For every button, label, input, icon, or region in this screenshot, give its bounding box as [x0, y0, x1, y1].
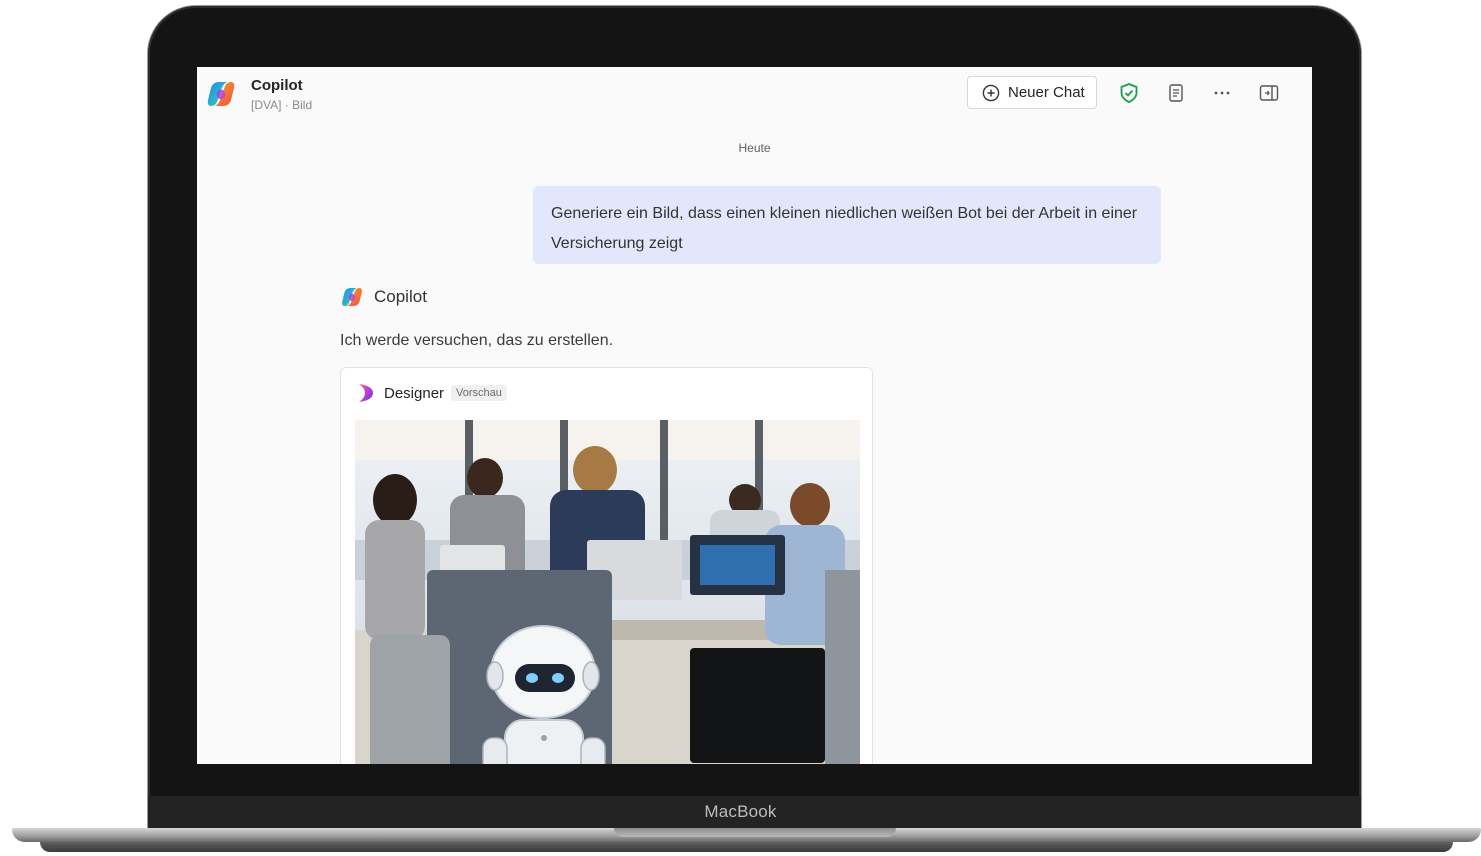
panel-icon[interactable] [1257, 81, 1281, 105]
user-message: Generiere ein Bild, dass einen kleinen n… [533, 186, 1161, 264]
new-chat-button[interactable]: Neuer Chat [967, 76, 1097, 109]
laptop-notch [614, 828, 896, 837]
preview-badge: Vorschau [451, 385, 507, 401]
more-icon[interactable] [1210, 81, 1234, 105]
designer-logo-icon [359, 384, 373, 402]
app-title: Copilot [251, 77, 303, 94]
shield-check-icon[interactable] [1117, 81, 1141, 105]
designer-card: Designer Vorschau [340, 367, 873, 764]
copilot-logo-icon [207, 82, 235, 106]
app-subtitle: [DVA] · Bild [251, 98, 313, 112]
bot-reply: Ich werde versuchen, das zu erstellen. [340, 332, 614, 349]
bot-name: Copilot [374, 287, 427, 306]
date-separator: Heute [738, 141, 771, 155]
copilot-avatar-icon [342, 288, 362, 306]
plus-circle-icon [982, 84, 1000, 101]
generated-image[interactable] [355, 420, 860, 764]
laptop-base-foot [40, 842, 1453, 852]
device-label: MacBook [704, 802, 777, 821]
document-icon[interactable] [1164, 81, 1188, 105]
designer-card-header: Designer Vorschau [356, 382, 507, 404]
new-chat-label: Neuer Chat [1008, 84, 1085, 101]
header: Copilot [DVA] · Bild Neuer Chat [197, 67, 1312, 123]
designer-title: Designer [384, 384, 445, 402]
app-window: Copilot [DVA] · Bild Neuer Chat Heute Ge… [197, 67, 1312, 764]
bot-header: Copilot [340, 284, 427, 310]
